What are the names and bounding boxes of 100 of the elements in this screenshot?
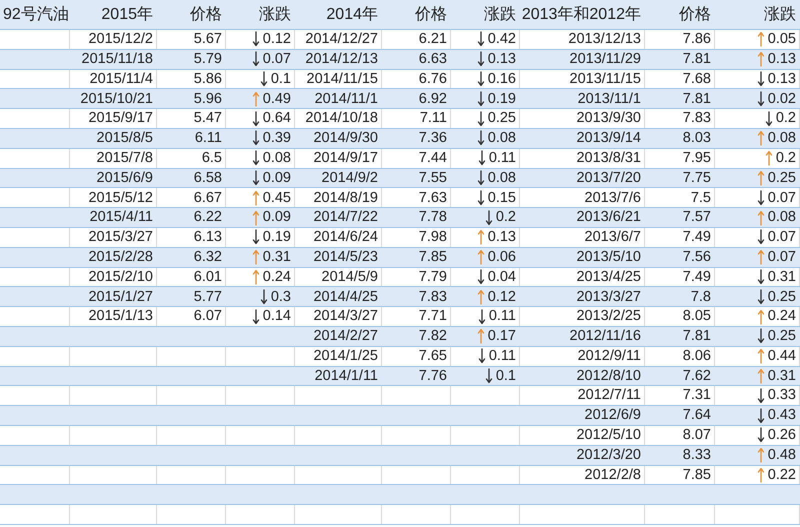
price-cell: 5.86 bbox=[194, 72, 222, 86]
price-cell: 7.78 bbox=[418, 210, 447, 225]
date-cell: 2013/11/1 bbox=[578, 92, 641, 106]
price-cell: 6.63 bbox=[418, 52, 447, 66]
date-cell: 2015/11/18 bbox=[82, 52, 153, 66]
price-cell: 7.55 bbox=[418, 170, 447, 186]
price-cell: 8.06 bbox=[682, 348, 711, 364]
change-cell: 0.2 bbox=[776, 150, 796, 166]
price-cell: 6.13 bbox=[194, 230, 222, 245]
date-cell: 2014/11/15 bbox=[306, 72, 378, 86]
price-cell: 7.62 bbox=[682, 368, 711, 384]
change-cell: 0.42 bbox=[488, 32, 516, 47]
price-cell: 7.5 bbox=[690, 190, 711, 206]
column-header: 涨跌 bbox=[484, 6, 516, 22]
date-cell: 2014/12/27 bbox=[305, 32, 378, 47]
change-cell: 0.31 bbox=[768, 368, 796, 384]
change-cell: 0.08 bbox=[488, 131, 516, 146]
column-header: 涨跌 bbox=[764, 6, 796, 22]
change-cell: 0.43 bbox=[768, 408, 796, 423]
date-cell: 2014/6/24 bbox=[313, 230, 378, 245]
date-cell: 2015/10/21 bbox=[80, 92, 153, 106]
date-cell: 2012/11/16 bbox=[570, 329, 641, 344]
price-cell: 5.77 bbox=[194, 290, 222, 304]
price-cell: 6.21 bbox=[418, 32, 447, 47]
price-cell: 7.11 bbox=[420, 111, 447, 126]
date-cell: 2015/3/27 bbox=[88, 230, 153, 245]
date-cell: 2014/8/19 bbox=[313, 190, 378, 206]
date-cell: 2014/5/9 bbox=[322, 270, 378, 284]
date-cell: 2013/2/25 bbox=[576, 309, 641, 324]
price-cell: 7.71 bbox=[418, 309, 447, 324]
change-cell: 0.11 bbox=[488, 348, 516, 364]
date-cell: 2015/7/8 bbox=[96, 150, 153, 166]
change-cell: 0.25 bbox=[768, 290, 796, 304]
date-cell: 2013/11/15 bbox=[570, 72, 641, 86]
change-cell: 0.11 bbox=[488, 150, 516, 166]
change-cell: 0.25 bbox=[768, 170, 796, 186]
price-cell: 7.8 bbox=[690, 290, 711, 304]
date-cell: 2014/7/22 bbox=[313, 210, 378, 225]
date-cell: 2015/1/13 bbox=[88, 309, 153, 324]
column-header: 2013年和2012年 bbox=[522, 6, 641, 22]
price-cell: 6.22 bbox=[194, 210, 222, 225]
price-cell: 7.82 bbox=[418, 329, 447, 344]
change-cell: 0.49 bbox=[262, 92, 291, 106]
price-cell: 7.81 bbox=[682, 329, 711, 344]
date-cell: 2013/12/13 bbox=[568, 32, 641, 47]
change-cell: 0.07 bbox=[768, 190, 796, 206]
price-cell: 7.56 bbox=[682, 250, 711, 264]
price-cell: 6.76 bbox=[418, 72, 447, 86]
date-cell: 2014/9/30 bbox=[313, 131, 378, 146]
date-cell: 2012/5/10 bbox=[576, 428, 641, 443]
date-cell: 2013/8/31 bbox=[576, 150, 641, 166]
date-cell: 2014/3/27 bbox=[313, 309, 378, 324]
column-header: 涨跌 bbox=[259, 6, 291, 22]
change-cell: 0.44 bbox=[768, 348, 796, 364]
price-cell: 7.75 bbox=[682, 170, 711, 186]
date-cell: 2013/5/10 bbox=[576, 250, 641, 264]
price-cell: 7.79 bbox=[418, 270, 447, 284]
change-cell: 0.48 bbox=[768, 448, 796, 462]
change-cell: 0.16 bbox=[488, 72, 516, 86]
date-cell: 2015/2/28 bbox=[88, 250, 153, 264]
date-cell: 2014/9/17 bbox=[313, 150, 378, 166]
change-cell: 0.05 bbox=[768, 32, 796, 47]
price-cell: 7.65 bbox=[418, 348, 447, 364]
date-cell: 2012/2/8 bbox=[584, 468, 641, 482]
price-cell: 6.67 bbox=[194, 190, 222, 206]
price-cell: 6.5 bbox=[202, 150, 222, 166]
price-cell: 8.03 bbox=[682, 131, 711, 146]
date-cell: 2015/1/27 bbox=[88, 290, 153, 304]
price-cell: 7.36 bbox=[418, 131, 447, 146]
date-cell: 2013/6/7 bbox=[584, 230, 641, 245]
price-cell: 7.81 bbox=[682, 52, 711, 66]
change-cell: 0.45 bbox=[262, 190, 291, 206]
change-cell: 0.31 bbox=[262, 250, 291, 264]
price-cell: 7.76 bbox=[418, 368, 447, 384]
price-cell: 6.32 bbox=[194, 250, 222, 264]
date-cell: 2014/5/23 bbox=[313, 250, 378, 264]
change-cell: 0.02 bbox=[768, 92, 796, 106]
change-cell: 0.19 bbox=[262, 230, 291, 245]
column-header: 价格 bbox=[415, 6, 447, 22]
price-cell: 7.57 bbox=[682, 210, 711, 225]
date-cell: 2013/7/6 bbox=[584, 190, 641, 206]
date-cell: 2012/9/11 bbox=[578, 348, 641, 364]
date-cell: 2014/12/13 bbox=[305, 52, 378, 66]
price-cell: 5.79 bbox=[194, 52, 222, 66]
column-header: 92号汽油 bbox=[3, 6, 69, 22]
change-cell: 0.31 bbox=[768, 270, 796, 284]
date-cell: 2013/9/30 bbox=[576, 111, 641, 126]
change-cell: 0.2 bbox=[496, 210, 516, 225]
change-cell: 0.17 bbox=[488, 329, 516, 344]
date-cell: 2014/9/2 bbox=[322, 170, 378, 186]
change-cell: 0.08 bbox=[768, 210, 796, 225]
price-cell: 7.44 bbox=[418, 150, 447, 166]
column-header: 2014年 bbox=[326, 6, 378, 22]
change-cell: 0.64 bbox=[262, 111, 291, 126]
price-cell: 6.01 bbox=[194, 270, 222, 284]
change-cell: 0.13 bbox=[768, 52, 796, 66]
change-cell: 0.13 bbox=[488, 52, 516, 66]
change-cell: 0.13 bbox=[488, 230, 516, 245]
date-cell: 2015/12/2 bbox=[88, 32, 153, 47]
price-cell: 7.49 bbox=[682, 230, 711, 245]
